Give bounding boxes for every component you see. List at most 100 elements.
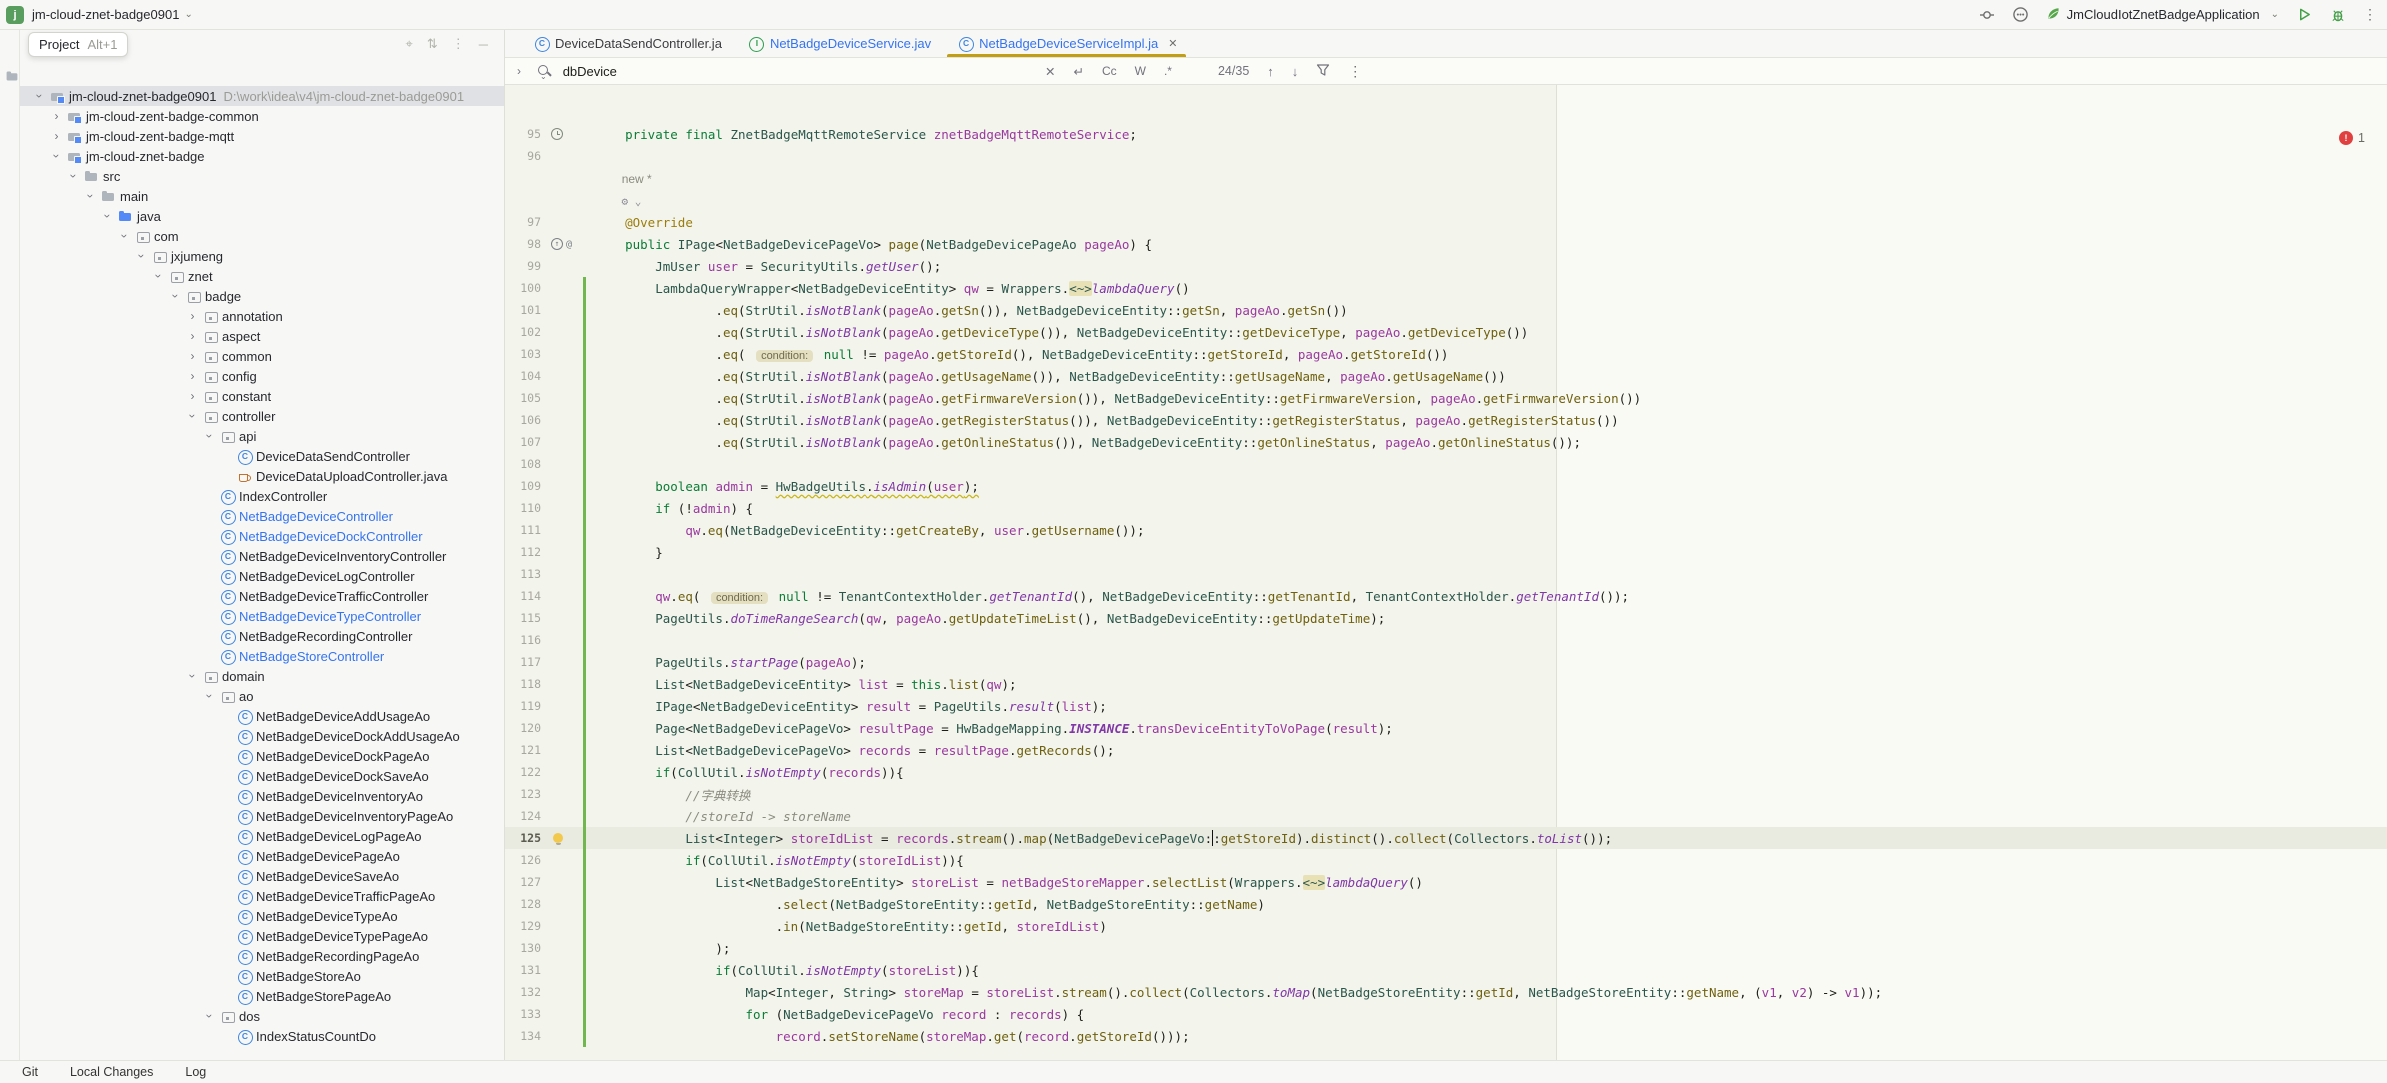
tree-item-NetBadgeDeviceInventoryController[interactable]: NetBadgeDeviceInventoryController [20, 546, 504, 566]
chevron-expanded-icon[interactable]: › [152, 269, 166, 284]
code-line-126[interactable]: 126 if(CollUtil.isNotEmpty(storeIdList))… [505, 849, 2387, 871]
project-avatar[interactable]: j [6, 6, 24, 24]
code-line-118[interactable]: 118 List<NetBadgeDeviceEntity> list = th… [505, 673, 2387, 695]
tree-item-NetBadgeStoreAo[interactable]: NetBadgeStoreAo [20, 966, 504, 986]
code-line-106[interactable]: 106 .eq(StrUtil.isNotBlank(pageAo.getReg… [505, 409, 2387, 431]
tree-item-NetBadgeDeviceLogPageAo[interactable]: NetBadgeDeviceLogPageAo [20, 826, 504, 846]
chevron-expanded-icon[interactable]: › [203, 429, 217, 444]
tree-item-IndexController[interactable]: IndexController [20, 486, 504, 506]
code-line-101[interactable]: 101 .eq(StrUtil.isNotBlank(pageAo.getSn(… [505, 299, 2387, 321]
chevron-expanded-icon[interactable]: › [203, 689, 217, 704]
tree-item-NetBadgeDeviceDockPageAo[interactable]: NetBadgeDeviceDockPageAo [20, 746, 504, 766]
code-line-129[interactable]: 129 .in(NetBadgeStoreEntity::getId, stor… [505, 915, 2387, 937]
tab-netbadgedeviceservice[interactable]: NetBadgeDeviceService.jav [734, 30, 943, 57]
code-line-115[interactable]: 115 PageUtils.doTimeRangeSearch(qw, page… [505, 607, 2387, 629]
search-input[interactable]: dbDevice [563, 64, 617, 79]
chevron-expanded-icon[interactable]: › [169, 289, 183, 304]
code-line-128[interactable]: 128 .select(NetBadgeStoreEntity::getId, … [505, 893, 2387, 915]
tree-item-jxjumeng[interactable]: ›jxjumeng [20, 246, 504, 266]
code-line-99[interactable]: 99 JmUser user = SecurityUtils.getUser()… [505, 255, 2387, 277]
tree-item-domain[interactable]: ›domain [20, 666, 504, 686]
tree-item-badge[interactable]: ›badge [20, 286, 504, 306]
tree-item-ao[interactable]: ›ao [20, 686, 504, 706]
tree-item-common[interactable]: ›common [20, 346, 504, 366]
git-tool-window-button[interactable]: Git [22, 1065, 38, 1079]
hide-panel-button[interactable]: ─ [479, 37, 488, 52]
tree-item-aspect[interactable]: ›aspect [20, 326, 504, 346]
tree-item-NetBadgeDeviceTypeController[interactable]: NetBadgeDeviceTypeController [20, 606, 504, 626]
tree-item-java[interactable]: ›java [20, 206, 504, 226]
chevron-collapsed-icon[interactable]: › [185, 329, 200, 343]
code-line-100[interactable]: 100 LambdaQueryWrapper<NetBadgeDeviceEnt… [505, 277, 2387, 299]
project-tool-window-header[interactable]: Project Alt+1 [28, 32, 128, 57]
tree-item-jm-cloud-zent-badge-mqtt[interactable]: ›jm-cloud-zent-badge-mqtt [20, 126, 504, 146]
code-line-95[interactable]: 95 private final ZnetBadgeMqttRemoteServ… [505, 123, 2387, 145]
code-line-104[interactable]: 104 .eq(StrUtil.isNotBlank(pageAo.getUsa… [505, 365, 2387, 387]
code-line-130[interactable]: 130 ); [505, 937, 2387, 959]
chevron-expanded-icon[interactable]: › [135, 249, 149, 264]
code-line-134[interactable]: 134 record.setStoreName(storeMap.get(rec… [505, 1025, 2387, 1047]
grid-circle-icon[interactable] [2012, 6, 2030, 24]
code-inlay-row[interactable]: new * [505, 167, 2387, 189]
toolbar-customize-icon[interactable] [1978, 6, 1996, 24]
log-tab[interactable]: Log [185, 1065, 206, 1079]
tree-item-main[interactable]: ›main [20, 186, 504, 206]
overrides-method-icon[interactable]: ↑ [551, 238, 563, 250]
code-line-102[interactable]: 102 .eq(StrUtil.isNotBlank(pageAo.getDev… [505, 321, 2387, 343]
local-changes-tab[interactable]: Local Changes [70, 1065, 153, 1079]
chevron-expanded-icon[interactable]: › [118, 229, 132, 244]
code-line-120[interactable]: 120 Page<NetBadgeDevicePageVo> resultPag… [505, 717, 2387, 739]
chevron-expanded-icon[interactable]: › [203, 1009, 217, 1024]
code-line-123[interactable]: 123 //字典转换 [505, 783, 2387, 805]
chevron-expanded-icon[interactable]: › [33, 89, 47, 104]
code-line-116[interactable]: 116 [505, 629, 2387, 651]
code-line-110[interactable]: 110 if (!admin) { [505, 497, 2387, 519]
chevron-expanded-icon[interactable]: › [84, 189, 98, 204]
tree-item-jm-cloud-zent-badge-common[interactable]: ›jm-cloud-zent-badge-common [20, 106, 504, 126]
code-line-117[interactable]: 117 PageUtils.startPage(pageAo); [505, 651, 2387, 673]
code-line-122[interactable]: 122 if(CollUtil.isNotEmpty(records)){ [505, 761, 2387, 783]
collapse-all-button[interactable]: ⇅ [427, 36, 438, 52]
code-line-97[interactable]: 97 @Override [505, 211, 2387, 233]
code-line-112[interactable]: 112 } [505, 541, 2387, 563]
tree-item-NetBadgeRecordingController[interactable]: NetBadgeRecordingController [20, 626, 504, 646]
clear-search-icon[interactable]: ✕ [1045, 64, 1055, 79]
run-configuration-widget[interactable]: JmCloudIotZnetBadgeApplication ⌄ [2046, 6, 2279, 24]
next-occurrence-button[interactable]: ↓ [1292, 64, 1299, 79]
tree-item-NetBadgeDevicePageAo[interactable]: NetBadgeDevicePageAo [20, 846, 504, 866]
code-line-109[interactable]: 109 boolean admin = HwBadgeUtils.isAdmin… [505, 475, 2387, 497]
tree-item-constant[interactable]: ›constant [20, 386, 504, 406]
code-line-125[interactable]: 125 List<Integer> storeIdList = records.… [505, 827, 2387, 849]
search-more-options-icon[interactable]: ⋮ [1348, 63, 1362, 80]
tree-item-DeviceDataUploadController.java[interactable]: DeviceDataUploadController.java [20, 466, 504, 486]
code-line-124[interactable]: 124 //storeId -> storeName [505, 805, 2387, 827]
search-icon[interactable] [537, 64, 552, 79]
more-actions-icon[interactable]: ⋮ [2363, 6, 2377, 23]
tree-item-NetBadgeStorePageAo[interactable]: NetBadgeStorePageAo [20, 986, 504, 1006]
code-line-119[interactable]: 119 IPage<NetBadgeDeviceEntity> result =… [505, 695, 2387, 717]
filter-icon[interactable] [1316, 63, 1330, 80]
code-line-133[interactable]: 133 for (NetBadgeDevicePageVo record : r… [505, 1003, 2387, 1025]
chevron-expanded-icon[interactable]: › [186, 669, 200, 684]
run-button[interactable] [2295, 6, 2313, 24]
code-line-127[interactable]: 127 List<NetBadgeStoreEntity> storeList … [505, 871, 2387, 893]
tree-item-api[interactable]: ›api [20, 426, 504, 446]
chevron-expanded-icon[interactable]: › [101, 209, 115, 224]
code-line-105[interactable]: 105 .eq(StrUtil.isNotBlank(pageAo.getFir… [505, 387, 2387, 409]
code-inlay-row[interactable]: ⚙ ⌄ [505, 189, 2387, 211]
chevron-collapsed-icon[interactable]: › [49, 109, 64, 123]
chevron-collapsed-icon[interactable]: › [185, 349, 200, 363]
inspections-widget[interactable]: ! 1 [2339, 131, 2365, 145]
more-options-button[interactable]: ⋮ [452, 36, 465, 52]
tree-item-NetBadgeRecordingPageAo[interactable]: NetBadgeRecordingPageAo [20, 946, 504, 966]
chevron-collapsed-icon[interactable]: › [185, 389, 200, 403]
chevron-expanded-icon[interactable]: › [67, 169, 81, 184]
tab-netbadgedeviceserviceimpl[interactable]: NetBadgeDeviceServiceImpl.ja ✕ [943, 30, 1189, 57]
match-case-toggle[interactable]: Cc [1102, 64, 1117, 78]
tree-item-NetBadgeDeviceTrafficController[interactable]: NetBadgeDeviceTrafficController [20, 586, 504, 606]
whole-words-toggle[interactable]: W [1135, 64, 1146, 78]
chevron-collapsed-icon[interactable]: › [185, 369, 200, 383]
expand-search-icon[interactable]: › [517, 64, 521, 78]
chevron-collapsed-icon[interactable]: › [49, 129, 64, 143]
locate-file-button[interactable]: ⌖ [406, 36, 413, 52]
